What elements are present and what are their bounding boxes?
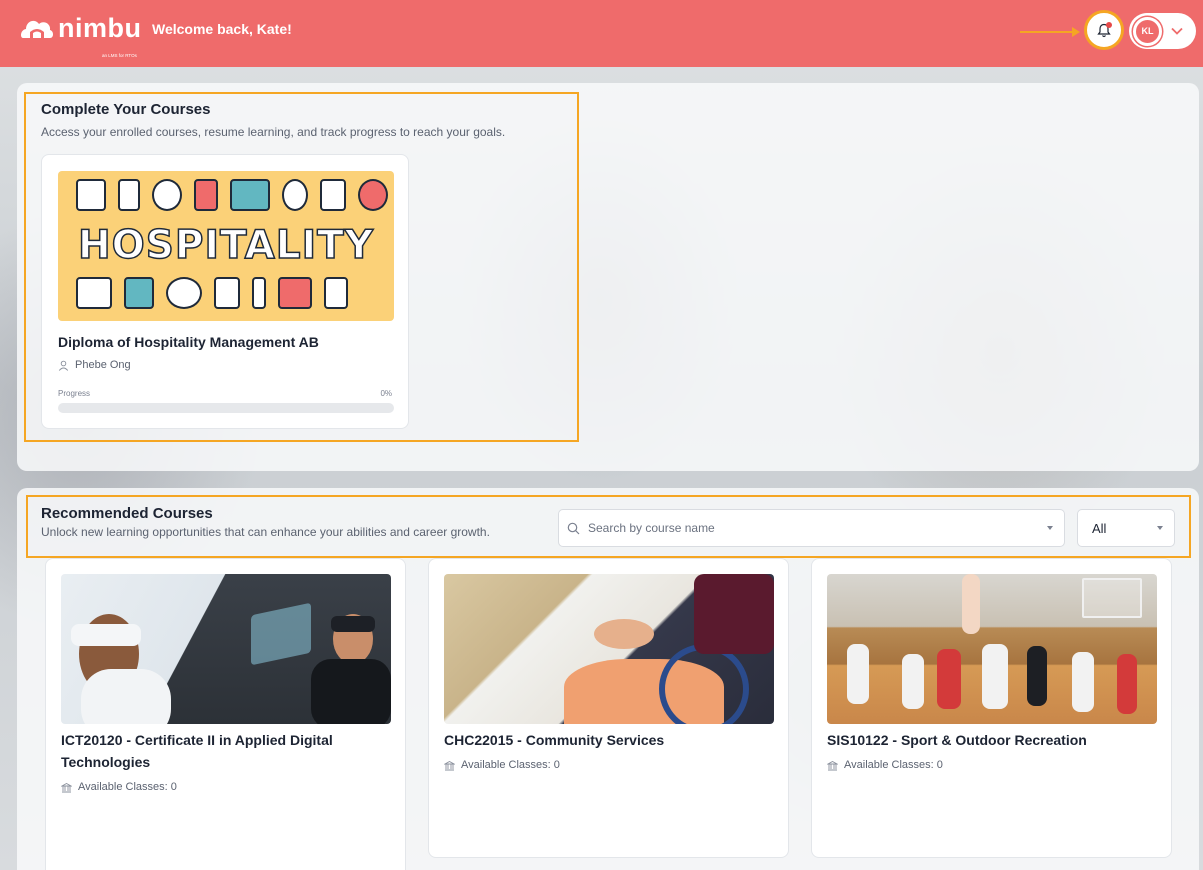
course-thumbnail: HOSPITALITY (58, 171, 394, 321)
progress-label: Progress (58, 389, 91, 398)
suitcase-icon (194, 179, 218, 211)
course-thumbnail (827, 574, 1157, 724)
pool-icon (230, 179, 270, 211)
nimbu-logo[interactable]: nimbu an LMS for RTOs (20, 13, 142, 58)
trainer-name: Phebe Ong (75, 359, 131, 371)
top-bar: nimbu an LMS for RTOs Welcome back, Kate… (0, 0, 1203, 67)
annotation-arrow (1020, 27, 1080, 37)
available-classes-text: Available Classes: 0 (844, 759, 943, 771)
cloud-logo-icon (21, 20, 53, 38)
course-search[interactable] (558, 509, 1065, 547)
plate-icon (152, 179, 182, 211)
complete-courses-title: Complete Your Courses (41, 101, 211, 118)
course-thumbnail (444, 574, 774, 724)
recommended-subtitle: Unlock new learning opportunities that c… (41, 525, 490, 539)
unread-dot (1106, 22, 1112, 28)
course-title[interactable]: CHC22015 - Community Services (444, 729, 774, 751)
search-icon (567, 522, 580, 534)
progress-value: 0% (380, 389, 392, 398)
welcome-message: Welcome back, Kate! (152, 21, 292, 37)
course-image-text: HOSPITALITY (77, 222, 374, 269)
logo-tagline: an LMS for RTOs (102, 53, 137, 58)
available-classes-text: Available Classes: 0 (78, 781, 177, 793)
key-icon (252, 277, 266, 309)
hospitality-icons-bottom (76, 277, 348, 309)
course-title[interactable]: SIS10122 - Sport & Outdoor Recreation (827, 729, 1157, 751)
course-title[interactable]: Diploma of Hospitality Management AB (58, 331, 319, 353)
available-classes: Available Classes: 0 (61, 781, 177, 793)
category-filter[interactable]: All (1077, 509, 1175, 547)
search-input[interactable] (588, 521, 1047, 535)
course-thumbnail (61, 574, 391, 724)
filter-value: All (1092, 520, 1107, 536)
user-icon (58, 360, 69, 371)
available-classes: Available Classes: 0 (827, 759, 943, 771)
bed-icon (76, 277, 112, 309)
user-menu-button[interactable]: KL (1129, 13, 1196, 49)
institution-icon (827, 760, 838, 770)
chevron-down-icon (1171, 27, 1183, 35)
recommended-course-card[interactable]: CHC22015 - Community Services Available … (428, 558, 789, 858)
clock-icon (358, 179, 388, 211)
recommended-course-card[interactable]: SIS10122 - Sport & Outdoor Recreation Av… (811, 558, 1172, 858)
recommended-course-card[interactable]: ICT20120 - Certificate II in Applied Dig… (45, 558, 406, 870)
location-pin-icon (282, 179, 308, 211)
enrolled-course-card[interactable]: HOSPITALITY Diploma of Hospitality Manag… (41, 154, 409, 429)
bottle-icon (118, 179, 140, 211)
avatar: KL (1133, 16, 1162, 46)
dropdown-caret-icon[interactable] (1047, 526, 1053, 530)
recommended-title: Recommended Courses (41, 505, 213, 522)
available-classes: Available Classes: 0 (444, 759, 560, 771)
hospitality-icons-top (76, 179, 388, 211)
building-icon (214, 277, 240, 309)
course-title[interactable]: ICT20120 - Certificate II in Applied Dig… (61, 729, 391, 773)
phone-icon (320, 179, 346, 211)
progress-bar (58, 403, 394, 413)
logo-text: nimbu (58, 13, 142, 43)
dropdown-caret-icon (1157, 526, 1163, 530)
notifications-button[interactable] (1085, 11, 1123, 49)
complete-courses-subtitle: Access your enrolled courses, resume lea… (41, 125, 506, 139)
available-classes-text: Available Classes: 0 (461, 759, 560, 771)
hotel-icon (76, 179, 106, 211)
institution-icon (444, 760, 455, 770)
cloche-icon (166, 277, 202, 309)
luggage-tag-icon (324, 277, 348, 309)
armchair-icon (278, 277, 312, 309)
coffee-cup-icon (124, 277, 154, 309)
trainer-info: Phebe Ong (58, 359, 131, 371)
institution-icon (61, 782, 72, 792)
